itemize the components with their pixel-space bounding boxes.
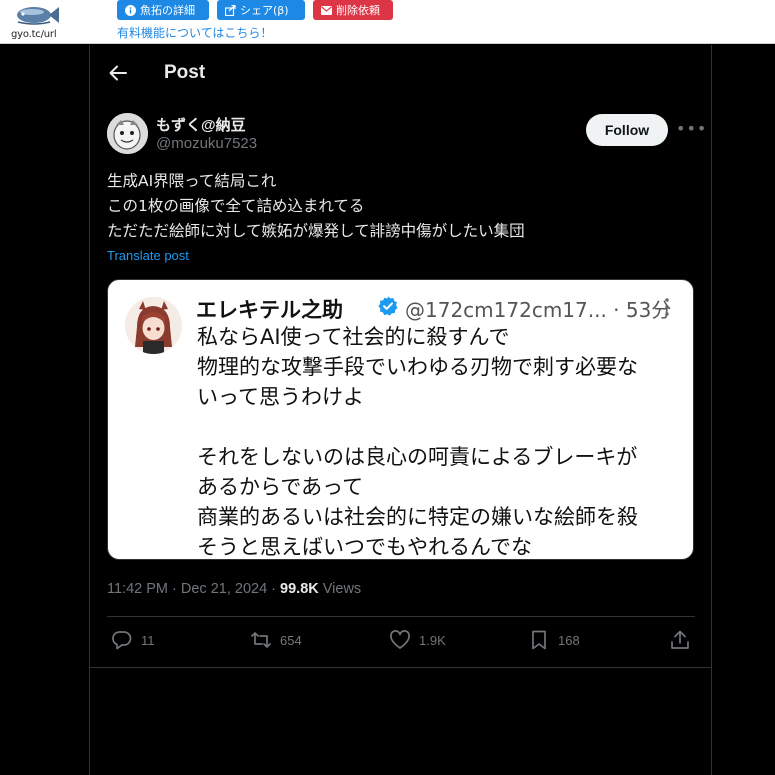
embedded-handle-time: @172cm172cm17... · 53分 [405, 298, 672, 322]
post-timestamp[interactable]: 11:42 PM · Dec 21, 2024 · [107, 581, 280, 597]
mail-icon [321, 5, 332, 16]
post-metadata: 11:42 PM · Dec 21, 2024 · 99.8K Views [107, 581, 361, 597]
embedded-text-line: 私ならAI使って社会的に殺すんで [197, 325, 510, 349]
like-count: 1.9K [419, 632, 446, 648]
bookmark-icon [532, 630, 546, 650]
bookmark-count: 168 [558, 632, 580, 648]
more-options-icon[interactable]: ••• [676, 119, 707, 138]
back-arrow-icon[interactable] [108, 63, 128, 83]
post-text: 生成AI界隈って結局これ この1枚の画像で全て詰め込まれてる ただただ絵師に対し… [107, 169, 525, 244]
divider [107, 616, 695, 617]
views-label: Views [318, 581, 362, 597]
embedded-text-line: いって思うわけよ [197, 385, 364, 409]
share-post-button[interactable] [669, 629, 691, 651]
info-icon [125, 4, 136, 16]
repost-count: 654 [280, 632, 302, 648]
delete-request-button[interactable]: 削除依頼 [313, 0, 393, 20]
delete-request-label: 削除依頼 [336, 4, 380, 17]
embedded-more-icon [665, 298, 669, 316]
site-logo[interactable]: gyo.tc/url [8, 2, 66, 42]
post-text-line: 生成AI界隈って結局これ [107, 172, 277, 190]
heart-icon [390, 630, 410, 649]
post-actions: 11 654 1.9K 168 [107, 629, 695, 657]
embedded-post-text: 私ならAI使って社会的に殺すんで 物理的な攻撃手段でいわゆる刃物で刺す必要な い… [197, 322, 687, 559]
user-handle[interactable]: @mozuku7523 [156, 135, 257, 152]
share-button[interactable]: シェア(β) [217, 0, 305, 20]
post-text-line: この1枚の画像で全て詰め込まれてる [107, 197, 365, 215]
bookmark-button[interactable]: 168 [528, 629, 580, 651]
translate-post-link[interactable]: Translate post [107, 248, 189, 263]
views-count: 99.8K [280, 581, 319, 597]
gyotaku-detail-label: 魚拓の詳細 [140, 4, 195, 17]
embedded-avatar [125, 297, 182, 354]
reply-button[interactable]: 11 [111, 629, 155, 651]
post-text-line: ただただ絵師に対して嫉妬が爆発して誹謗中傷がしたい集団 [107, 222, 525, 240]
avatar-image-icon [107, 113, 148, 154]
follow-button[interactable]: Follow [586, 114, 668, 146]
embedded-text-line: あるからであって [197, 475, 364, 499]
embedded-text-line: そうと思えばいつでもやれるんでな [197, 535, 532, 559]
verified-badge-icon [378, 296, 398, 316]
embedded-text-line [197, 412, 687, 442]
repost-icon [251, 632, 271, 648]
like-button[interactable]: 1.9K [389, 629, 446, 651]
embedded-text-line: 商業的あるいは社会的に特定の嫌いな絵師を殺 [197, 505, 638, 529]
upload-share-icon [671, 630, 689, 649]
page-title: Post [164, 62, 206, 83]
fish-logo-icon [17, 7, 59, 25]
share-label: シェア(β) [240, 4, 289, 17]
divider [90, 667, 711, 668]
share-icon [225, 4, 236, 16]
embedded-display-name: エレキテル之助 [196, 298, 343, 322]
post-header: Post [90, 45, 711, 101]
post-column: Post もずく@納豆 @mozuku7523 Follow ••• 生成AI界… [89, 45, 712, 775]
reply-icon [112, 631, 132, 650]
repost-button[interactable]: 654 [250, 629, 302, 651]
paid-features-link[interactable]: 有料機能についてはこちら！ [117, 24, 272, 41]
gyotaku-banner: gyo.tc/url 魚拓の詳細 シェア(β) 削除依頼 有料機能についてはこち… [0, 0, 775, 44]
gyotaku-detail-button[interactable]: 魚拓の詳細 [117, 0, 209, 20]
embedded-avatar-icon [125, 297, 182, 354]
reply-count: 11 [141, 632, 155, 648]
embedded-text-line: 物理的な攻撃手段でいわゆる刃物で刺す必要な [197, 355, 638, 379]
avatar[interactable] [107, 113, 148, 154]
display-name[interactable]: もずく@納豆 [156, 114, 246, 135]
logo-text: gyo.tc/url [11, 29, 57, 40]
embedded-text-line: それをしないのは良心の呵責によるブレーキが [197, 445, 638, 469]
embedded-screenshot-image[interactable]: エレキテル之助 @172cm172cm17... · 53分 私ならAI使って社… [107, 279, 694, 560]
